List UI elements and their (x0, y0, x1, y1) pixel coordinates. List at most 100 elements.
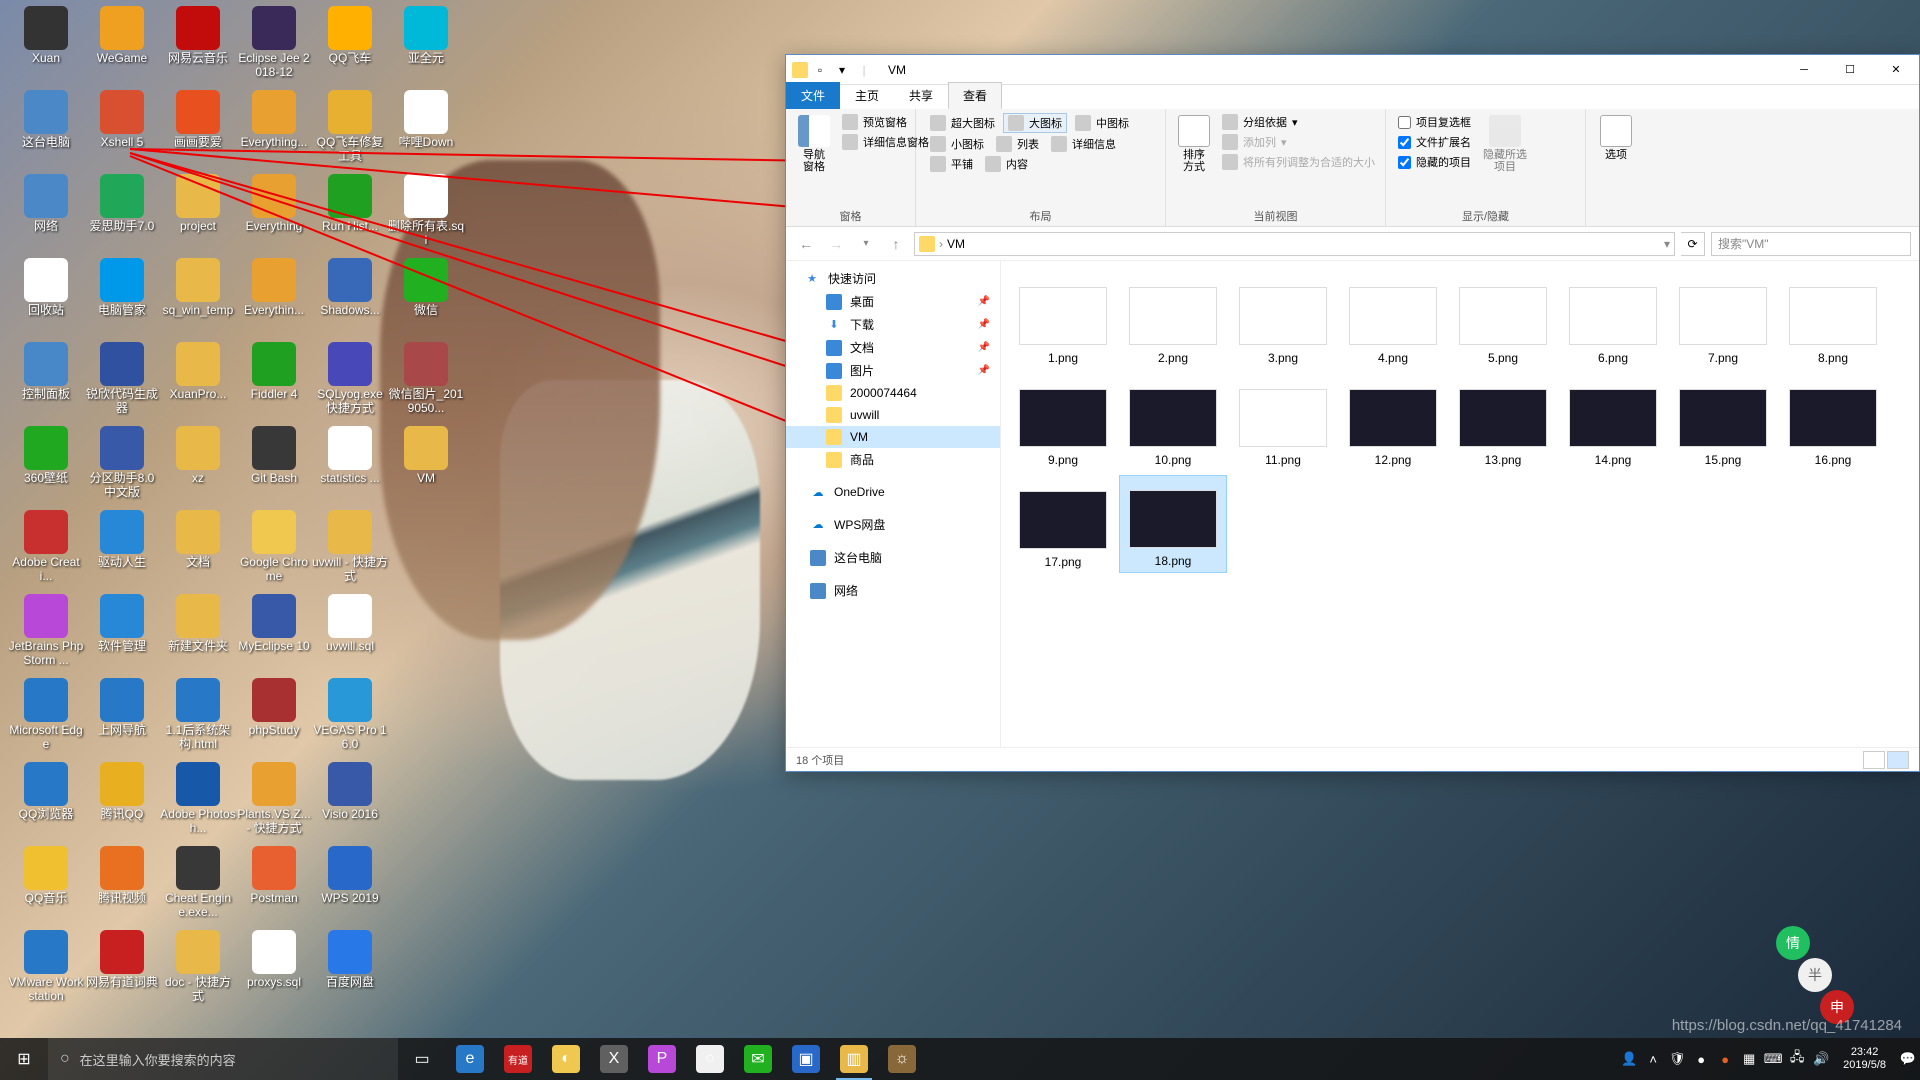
desktop-icon[interactable]: QQ飞车 (312, 6, 388, 66)
file-item[interactable]: 6.png (1559, 271, 1667, 369)
desktop-icon[interactable]: 1.1后系统架构.html (160, 678, 236, 752)
desktop-icon[interactable]: phpStudy (236, 678, 312, 738)
taskbar-app-youdao[interactable]: 有道 (494, 1038, 542, 1080)
desktop-icon[interactable]: 上网导航 (84, 678, 160, 738)
file-item[interactable]: 9.png (1009, 373, 1117, 471)
taskbar-app-chrome[interactable]: ◐ (542, 1038, 590, 1080)
taskbar-app-task-view[interactable]: ▭ (398, 1038, 446, 1080)
desktop-icon[interactable]: 锐欣代码生成器 (84, 342, 160, 416)
tray-icon[interactable]: ⌨ (1761, 1038, 1785, 1080)
desktop-icon[interactable]: sq_win_temp (160, 258, 236, 318)
tray-icon[interactable]: ▦ (1737, 1038, 1761, 1080)
tray-icon[interactable]: ● (1689, 1038, 1713, 1080)
qat-item[interactable]: ▾ (832, 60, 852, 80)
taskbar-clock[interactable]: 23:42 2019/5/8 (1833, 1046, 1896, 1072)
desktop-icon[interactable]: Adobe Photosh... (160, 762, 236, 836)
desktop-icon[interactable]: 微信 (388, 258, 464, 318)
addcol-button[interactable]: 添加列 ▾ (1218, 133, 1379, 151)
nav-desktop[interactable]: 桌面📌 (786, 290, 1000, 313)
desktop-icon[interactable]: MyEclipse 10 (236, 594, 312, 654)
desktop-icon[interactable]: Plants.VS.Z... - 快捷方式 (236, 762, 312, 836)
chk-hidden[interactable]: 隐藏的项目 (1396, 153, 1473, 171)
tray-chevron-icon[interactable]: ˄ (1641, 1038, 1665, 1080)
nav-network[interactable]: 网络 (786, 579, 1000, 602)
view-large-button[interactable] (1887, 751, 1909, 769)
maximize-button[interactable]: ☐ (1827, 55, 1873, 85)
layout-medium[interactable]: 中图标 (1071, 113, 1133, 133)
nav-pictures[interactable]: 图片📌 (786, 359, 1000, 382)
layout-tiles[interactable]: 平铺 (926, 155, 977, 173)
desktop-icon[interactable]: SQLyog.exe 快捷方式 (312, 342, 388, 416)
taskbar-app-explorer[interactable]: ▥ (830, 1038, 878, 1080)
desktop-icon[interactable]: 网易有道词典 (84, 930, 160, 990)
tray-icon[interactable]: 🛡 (1665, 1038, 1689, 1080)
desktop-icon[interactable]: 网络 (8, 174, 84, 234)
options-button[interactable]: 选项 (1596, 113, 1636, 163)
floating-badge[interactable]: 情 (1776, 926, 1810, 960)
file-item[interactable]: 7.png (1669, 271, 1777, 369)
nav-folder[interactable]: 2000074464 (786, 382, 1000, 404)
floating-badge[interactable]: 半 (1798, 958, 1832, 992)
desktop-icon[interactable]: QQ音乐 (8, 846, 84, 906)
desktop-icon[interactable]: VM (388, 426, 464, 486)
search-input[interactable]: 搜索"VM" (1711, 232, 1911, 256)
file-item[interactable]: 12.png (1339, 373, 1447, 471)
file-item[interactable]: 17.png (1009, 475, 1117, 573)
tray-notifications-icon[interactable]: 💬 (1896, 1038, 1920, 1080)
view-details-button[interactable] (1863, 751, 1885, 769)
layout-details[interactable]: 详细信息 (1047, 135, 1120, 153)
taskbar-app-edge[interactable]: e (446, 1038, 494, 1080)
taskbar-app-app1[interactable]: ○ (686, 1038, 734, 1080)
file-item[interactable]: 8.png (1779, 271, 1887, 369)
desktop-icon[interactable]: Cheat Engine.exe... (160, 846, 236, 920)
taskbar-app-wechat[interactable]: ✉ (734, 1038, 782, 1080)
taskbar-app-phpstorm[interactable]: P (638, 1038, 686, 1080)
tray-network-icon[interactable]: 🖧 (1785, 1038, 1809, 1080)
desktop-icon[interactable]: WPS 2019 (312, 846, 388, 906)
tab-share[interactable]: 共享 (894, 82, 948, 109)
file-item[interactable]: 5.png (1449, 271, 1557, 369)
nav-documents[interactable]: 文档📌 (786, 336, 1000, 359)
desktop-icon[interactable]: Xshell 5 (84, 90, 160, 150)
desktop-icon[interactable]: QQ浏览器 (8, 762, 84, 822)
nav-up-button[interactable]: ↑ (884, 232, 908, 256)
nav-thispc[interactable]: 这台电脑 (786, 546, 1000, 569)
layout-large[interactable]: 大图标 (1003, 113, 1067, 133)
desktop-icon[interactable]: WeGame (84, 6, 160, 66)
nav-folder-vm[interactable]: VM (786, 426, 1000, 448)
desktop-icon[interactable]: Everythin... (236, 258, 312, 318)
file-item[interactable]: 10.png (1119, 373, 1227, 471)
desktop-icon[interactable]: XuanPro... (160, 342, 236, 402)
desktop-icon[interactable]: 这台电脑 (8, 90, 84, 150)
file-item[interactable]: 16.png (1779, 373, 1887, 471)
desktop-icon[interactable]: Google Chrome (236, 510, 312, 584)
minimize-button[interactable]: ─ (1781, 55, 1827, 85)
nav-forward-button[interactable]: → (824, 232, 848, 256)
desktop-icon[interactable]: 腾讯视频 (84, 846, 160, 906)
desktop-icon[interactable]: uvwill - 快捷方式 (312, 510, 388, 584)
desktop-icon[interactable]: 网易云音乐 (160, 6, 236, 66)
desktop-icon[interactable]: xz (160, 426, 236, 486)
nav-pane-button[interactable]: 导航窗格 (796, 113, 832, 175)
desktop-icon[interactable]: VMware Workstation (8, 930, 84, 1004)
nav-recent-button[interactable]: ▾ (854, 232, 878, 256)
layout-small[interactable]: 小图标 (926, 135, 988, 153)
desktop-icon[interactable]: 控制面板 (8, 342, 84, 402)
desktop-icon[interactable]: Fiddler 4 (236, 342, 312, 402)
tray-icon[interactable]: ● (1713, 1038, 1737, 1080)
file-item[interactable]: 15.png (1669, 373, 1777, 471)
desktop-icon[interactable]: 分区助手8.0中文版 (84, 426, 160, 500)
file-item[interactable]: 18.png (1119, 475, 1227, 573)
desktop-icon[interactable]: proxys.sql (236, 930, 312, 990)
chk-ext[interactable]: 文件扩展名 (1396, 133, 1473, 151)
desktop-icon[interactable]: 百度网盘 (312, 930, 388, 990)
layout-content[interactable]: 内容 (981, 155, 1032, 173)
desktop-icon[interactable]: Shadows... (312, 258, 388, 318)
chk-itembox[interactable]: 项目复选框 (1396, 113, 1473, 131)
taskbar-app-xshell[interactable]: X (590, 1038, 638, 1080)
nav-back-button[interactable]: ← (794, 232, 818, 256)
file-item[interactable]: 2.png (1119, 271, 1227, 369)
start-button[interactable]: ⊞ (0, 1038, 48, 1080)
desktop-icon[interactable]: Visio 2016 (312, 762, 388, 822)
fitcol-button[interactable]: 将所有列调整为合适的大小 (1218, 153, 1379, 171)
